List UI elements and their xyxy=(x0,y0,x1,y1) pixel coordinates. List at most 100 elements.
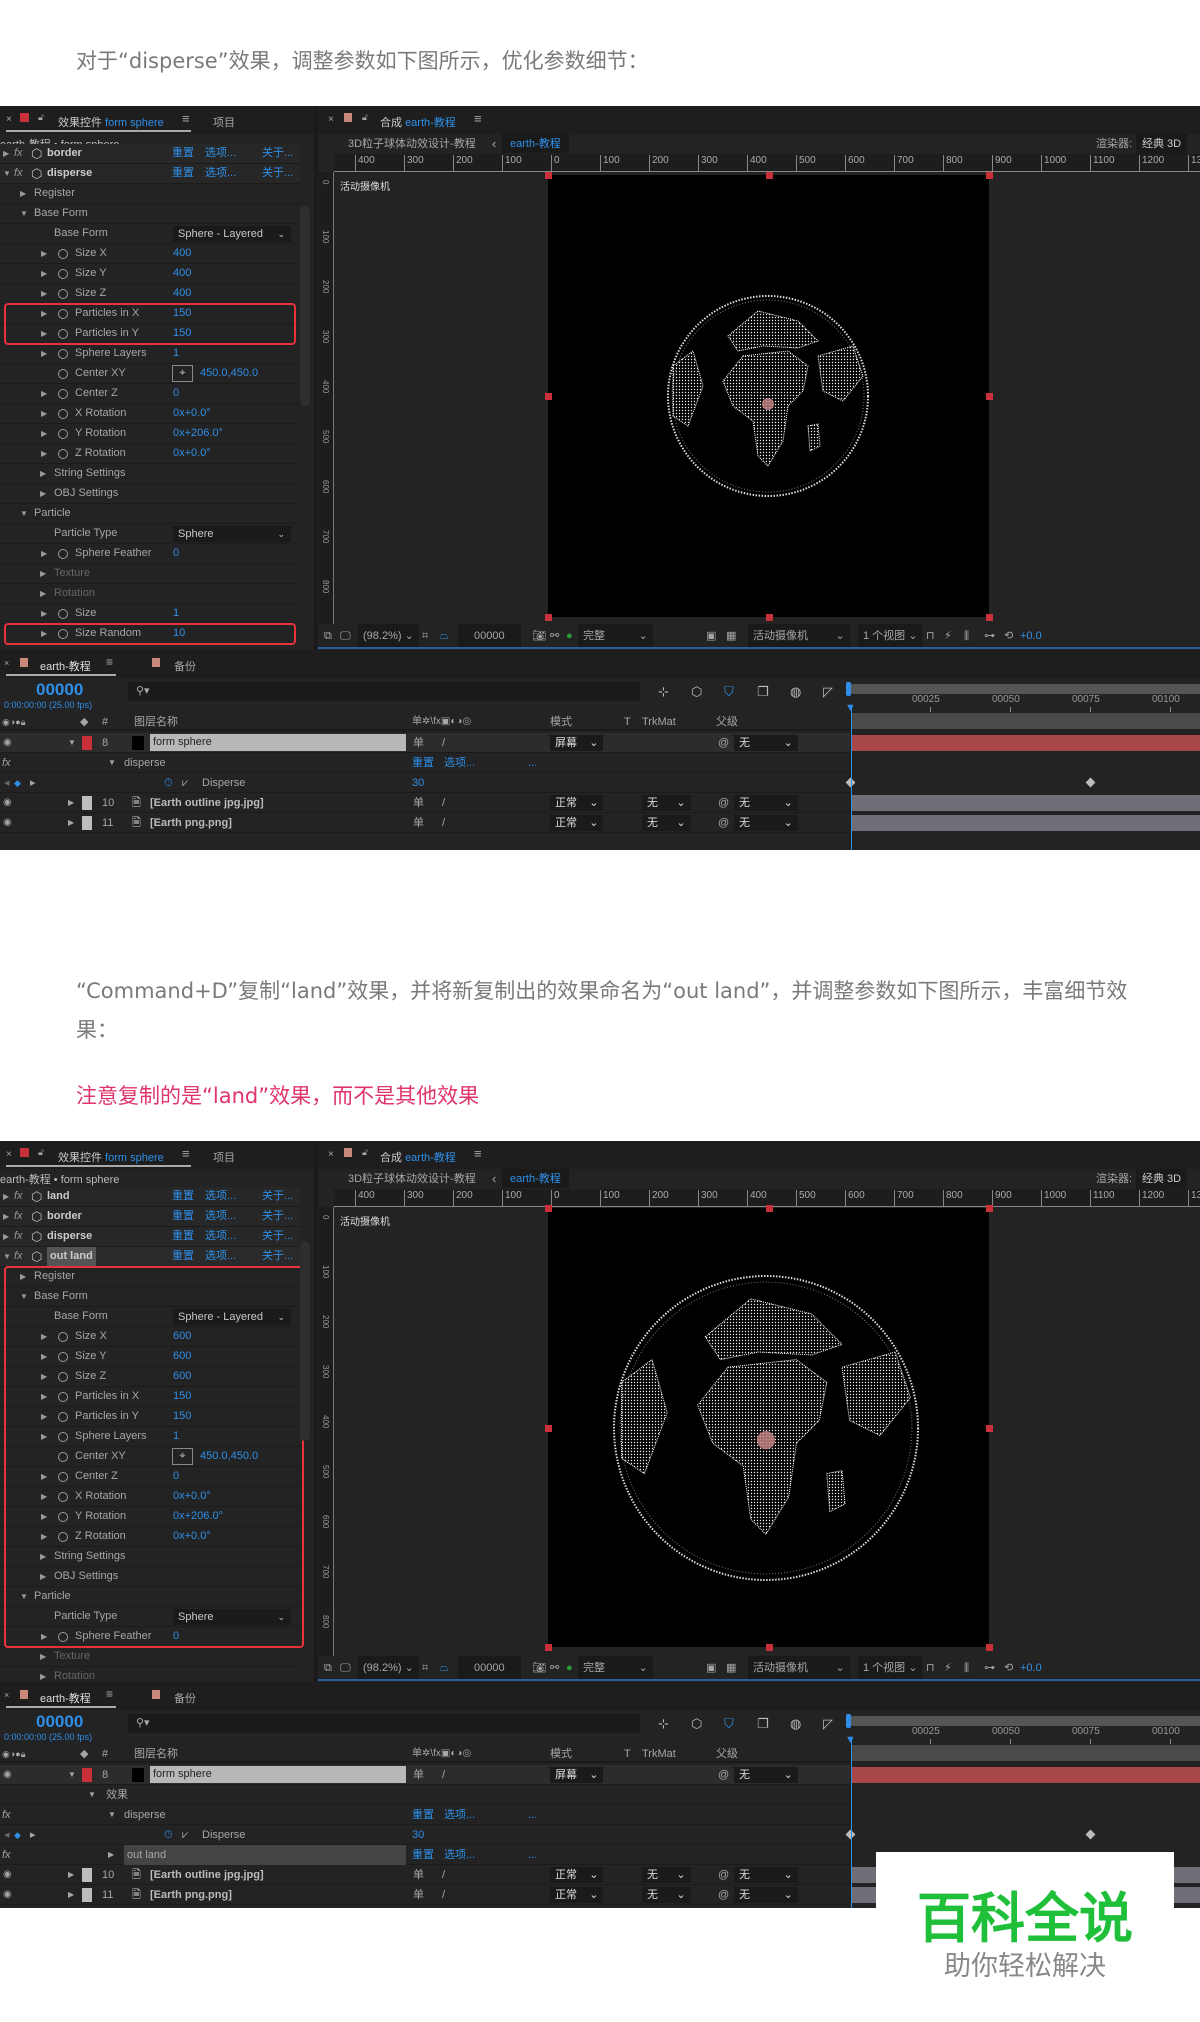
quality-switch-icon[interactable]: / xyxy=(442,813,445,833)
shy-switch-icon[interactable]: 单 xyxy=(413,733,424,753)
fx-icon[interactable]: fx xyxy=(14,1207,23,1226)
shy-switch-icon[interactable]: 单 xyxy=(413,813,424,833)
draft-3d-icon[interactable]: ⬡ xyxy=(691,684,702,700)
keyframe-marker[interactable] xyxy=(1085,1829,1096,1840)
blend-mode-dropdown[interactable]: 屏幕 ⌄ xyxy=(550,735,604,751)
property-value[interactable]: 0x+0.0° xyxy=(173,444,211,463)
layer-duration-bar[interactable] xyxy=(851,795,1200,811)
stopwatch-icon[interactable] xyxy=(58,1372,68,1382)
visibility-eye-icon[interactable]: ◉ xyxy=(3,733,12,753)
fx-icon[interactable]: fx xyxy=(14,144,23,163)
current-time-field[interactable]: 00000 xyxy=(458,1656,521,1680)
fx-icon[interactable]: fx xyxy=(14,1187,23,1206)
stopwatch-icon[interactable] xyxy=(58,289,68,299)
timeline-row-effect[interactable]: fx ▼ disperse 重置 选项...... xyxy=(0,1805,850,1825)
timeline-search-input[interactable]: ⚲▾ xyxy=(128,1714,640,1733)
twirl-down-icon[interactable]: ▼ xyxy=(20,1287,28,1306)
property-value[interactable]: 1 xyxy=(173,604,179,623)
fx-icon[interactable]: fx xyxy=(2,1805,11,1825)
twirl-right-icon[interactable]: ▶ xyxy=(41,1387,47,1406)
property-value[interactable]: 0x+0.0° xyxy=(173,404,211,423)
timeline-row-effect[interactable]: fx ▼ disperse 重置 选项...... xyxy=(0,753,850,773)
stopwatch-icon[interactable]: ⏱︎ xyxy=(164,1825,173,1845)
layer-bounds-handle[interactable] xyxy=(765,172,773,179)
twirl-down-icon[interactable]: ▼ xyxy=(3,164,11,183)
property-value[interactable]: 0 xyxy=(173,1627,179,1646)
layer-bounds-handle[interactable] xyxy=(986,614,993,621)
effect-about-button[interactable]: 关于... xyxy=(262,1247,293,1266)
stopwatch-icon[interactable] xyxy=(58,309,68,319)
effect-about-button[interactable]: 关于... xyxy=(262,1187,293,1206)
panel-menu-icon[interactable]: ≡ xyxy=(182,1146,190,1161)
effect-row-string-settings[interactable]: ▶ String Settings xyxy=(0,1547,300,1567)
timeline-tab[interactable]: earth-教程 xyxy=(40,658,91,674)
stopwatch-icon[interactable] xyxy=(58,1632,68,1642)
twirl-right-icon[interactable]: ▶ xyxy=(68,813,74,833)
twirl-right-icon[interactable]: ▶ xyxy=(41,1527,47,1546)
shy-layers-icon[interactable]: ⛉ xyxy=(724,1716,734,1732)
property-value[interactable]: 600 xyxy=(173,1347,191,1366)
draft-3d-icon[interactable]: ⬡ xyxy=(691,1716,702,1732)
resolution-dropdown[interactable]: 完整 ⌄ xyxy=(578,1656,653,1680)
current-time-field[interactable]: 00000 xyxy=(458,624,521,648)
stopwatch-icon[interactable] xyxy=(58,249,68,259)
next-keyframe-icon[interactable]: ▸ xyxy=(30,773,36,793)
fx-icon[interactable]: fx xyxy=(14,1227,23,1246)
visibility-eye-icon[interactable]: ◉ xyxy=(3,813,12,833)
trkmat-dropdown[interactable]: 无 ⌄ xyxy=(642,815,691,831)
property-value[interactable]: 0 xyxy=(173,384,179,403)
effect-about-button[interactable]: 关于... xyxy=(262,144,293,163)
layer-name[interactable]: [Earth png.png] xyxy=(150,813,232,833)
twirl-right-icon[interactable]: ▶ xyxy=(3,1207,9,1226)
lock-icon[interactable]: 🔓︎ xyxy=(38,1147,44,1158)
trkmat-dropdown[interactable]: 无 ⌄ xyxy=(642,795,691,811)
twirl-right-icon[interactable]: ▶ xyxy=(41,1347,47,1366)
stopwatch-icon[interactable] xyxy=(58,1392,68,1402)
twirl-right-icon[interactable]: ▶ xyxy=(40,564,46,583)
effect-row-texture[interactable]: ▶ Texture xyxy=(0,1647,300,1667)
effect-row-rotation[interactable]: ▶ Rotation xyxy=(0,1667,300,1682)
trkmat-dropdown[interactable]: 无 ⌄ xyxy=(642,1887,691,1903)
playhead-head-icon[interactable]: ▼ xyxy=(845,1734,856,1746)
composition-mini-flowchart-icon[interactable]: ⊹ xyxy=(658,1716,669,1732)
keyframe-marker[interactable] xyxy=(1085,777,1096,788)
property-value[interactable]: 0x+0.0° xyxy=(173,1527,211,1546)
stopwatch-icon[interactable] xyxy=(58,349,68,359)
effect-controls-tab[interactable]: 效果控件 form sphere xyxy=(58,114,164,130)
twirl-down-icon[interactable]: ▼ xyxy=(20,1587,28,1606)
column-parent[interactable]: 父级 xyxy=(716,1745,738,1763)
effect-reset-button[interactable]: 重置 xyxy=(172,1187,194,1206)
twirl-right-icon[interactable]: ▶ xyxy=(41,444,47,463)
timeline-row-prop[interactable]: ◂ ◆ ▸ ⏱︎ ⩗ Disperse 30 xyxy=(0,773,850,793)
parent-pickwhip-icon[interactable]: @ xyxy=(718,793,729,813)
column-mode[interactable]: 模式 xyxy=(550,1745,572,1763)
effect-more-button[interactable]: ... xyxy=(528,1805,537,1825)
effect-row-rotation[interactable]: ▶ Rotation xyxy=(0,584,300,604)
layer-bounds-handle[interactable] xyxy=(545,1205,552,1212)
graph-editor-icon[interactable]: ◸ xyxy=(823,1716,833,1732)
layer-bounds-handle[interactable] xyxy=(545,172,552,179)
panel-menu-icon[interactable]: ≡ xyxy=(106,1687,113,1701)
twirl-right-icon[interactable]: ▶ xyxy=(41,244,47,263)
parent-dropdown[interactable]: 无 ⌄ xyxy=(734,1867,798,1883)
effect-name[interactable]: out land xyxy=(124,1845,406,1865)
effect-header-disperse[interactable]: ▶ fx ⬡ disperse 重置 选项... 关于... xyxy=(0,1227,300,1247)
column-layer-name[interactable]: 图层名称 xyxy=(134,713,178,731)
parent-dropdown[interactable]: 无 ⌄ xyxy=(734,815,798,831)
fast-preview-icon[interactable]: ⚡︎ xyxy=(944,624,952,648)
snapshot-camera-icon[interactable]: 📷︎ xyxy=(532,1656,546,1680)
effect-row-base-form[interactable]: ▼ Base Form xyxy=(0,204,300,224)
twirl-down-icon[interactable]: ▼ xyxy=(68,1765,76,1785)
effect-row-base-form[interactable]: ▼ Base Form xyxy=(0,1287,300,1307)
effect-header-disperse[interactable]: ▼ fx ⬡ disperse 重置 选项... 关于... xyxy=(0,164,300,184)
effect-options-button[interactable]: 选项... xyxy=(205,1247,236,1266)
twirl-right-icon[interactable]: ▶ xyxy=(20,184,26,203)
grid-icon[interactable]: ⌗ xyxy=(422,1656,428,1680)
graph-editor-icon[interactable]: ◸ xyxy=(823,684,833,700)
effect-row-particle[interactable]: ▼ Particle xyxy=(0,504,300,524)
shy-switch-icon[interactable]: 单 xyxy=(413,1865,424,1885)
twirl-right-icon[interactable]: ▶ xyxy=(41,1367,47,1386)
twirl-down-icon[interactable]: ▼ xyxy=(20,504,28,523)
property-value[interactable]: 600 xyxy=(173,1327,191,1346)
stopwatch-icon[interactable] xyxy=(58,369,68,379)
